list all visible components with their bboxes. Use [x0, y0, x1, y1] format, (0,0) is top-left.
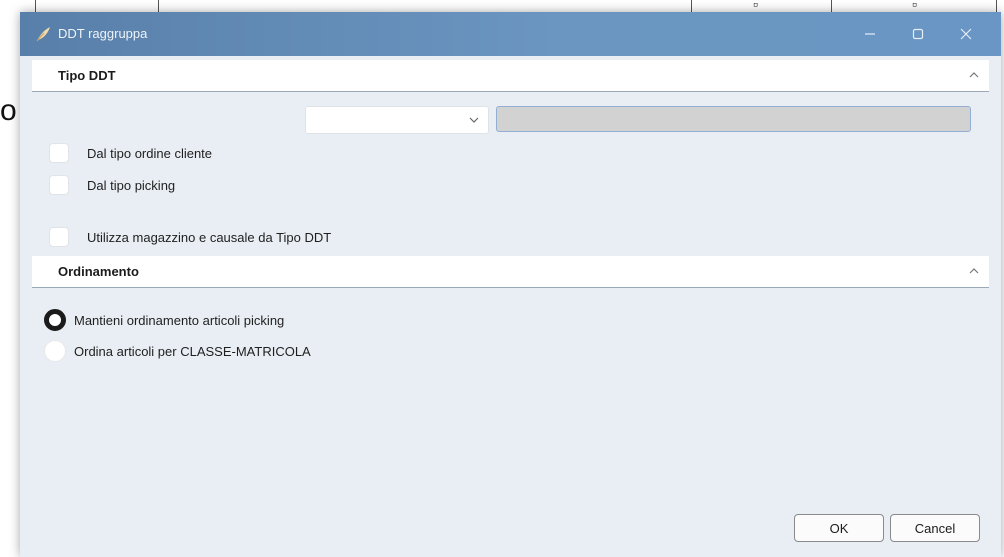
checkbox-box[interactable] — [49, 143, 69, 163]
dialog-window: DDT raggruppa Tipo DDT Dal tipo ordine c… — [20, 12, 1001, 557]
checkbox-utilizza-magazzino[interactable]: Utilizza magazzino e causale da Tipo DDT — [49, 226, 331, 248]
radio-label: Ordina articoli per CLASSE-MATRICOLA — [74, 343, 311, 359]
checkbox-dal-tipo-picking[interactable]: Dal tipo picking — [49, 174, 175, 196]
radio-button[interactable] — [44, 309, 66, 331]
chevron-down-icon — [469, 117, 479, 123]
checkbox-box[interactable] — [49, 175, 69, 195]
window-title: DDT raggruppa — [58, 26, 148, 41]
background-table-edge: ▫ ▫ — [35, 0, 997, 12]
checkbox-label: Dal tipo picking — [87, 177, 176, 193]
ok-button[interactable]: OK — [794, 514, 884, 542]
close-button[interactable] — [943, 12, 989, 56]
radio-mantieni-ordinamento[interactable]: Mantieni ordinamento articoli picking — [44, 308, 284, 332]
checkbox-label: Dal tipo ordine cliente — [87, 145, 213, 161]
minimize-icon — [865, 33, 875, 35]
maximize-button[interactable] — [895, 12, 941, 56]
checkbox-box[interactable] — [49, 227, 69, 247]
background-text-fragment: o — [0, 94, 17, 127]
radio-ordina-classe-matricola[interactable]: Ordina articoli per CLASSE-MATRICOLA — [44, 339, 311, 363]
feather-icon — [36, 27, 50, 42]
checkbox-label: Utilizza magazzino e causale da Tipo DDT — [87, 229, 332, 245]
section-header-tipo-ddt[interactable]: Tipo DDT — [32, 60, 989, 92]
radio-label: Mantieni ordinamento articoli picking — [74, 312, 285, 328]
checkbox-dal-tipo-ordine-cliente[interactable]: Dal tipo ordine cliente — [49, 142, 212, 164]
close-icon — [960, 28, 972, 40]
maximize-icon — [912, 28, 924, 40]
minimize-button[interactable] — [847, 12, 893, 56]
cancel-button[interactable]: Cancel — [890, 514, 980, 542]
chevron-up-icon — [969, 72, 979, 78]
tipo-ddt-dropdown[interactable] — [305, 106, 489, 134]
title-bar[interactable]: DDT raggruppa — [20, 12, 1001, 56]
section-title: Ordinamento — [58, 264, 139, 279]
section-header-ordinamento[interactable]: Ordinamento — [32, 256, 989, 288]
chevron-up-icon — [969, 268, 979, 274]
section-title: Tipo DDT — [58, 68, 116, 83]
tipo-ddt-description-field[interactable] — [496, 106, 971, 132]
radio-button[interactable] — [44, 340, 66, 362]
